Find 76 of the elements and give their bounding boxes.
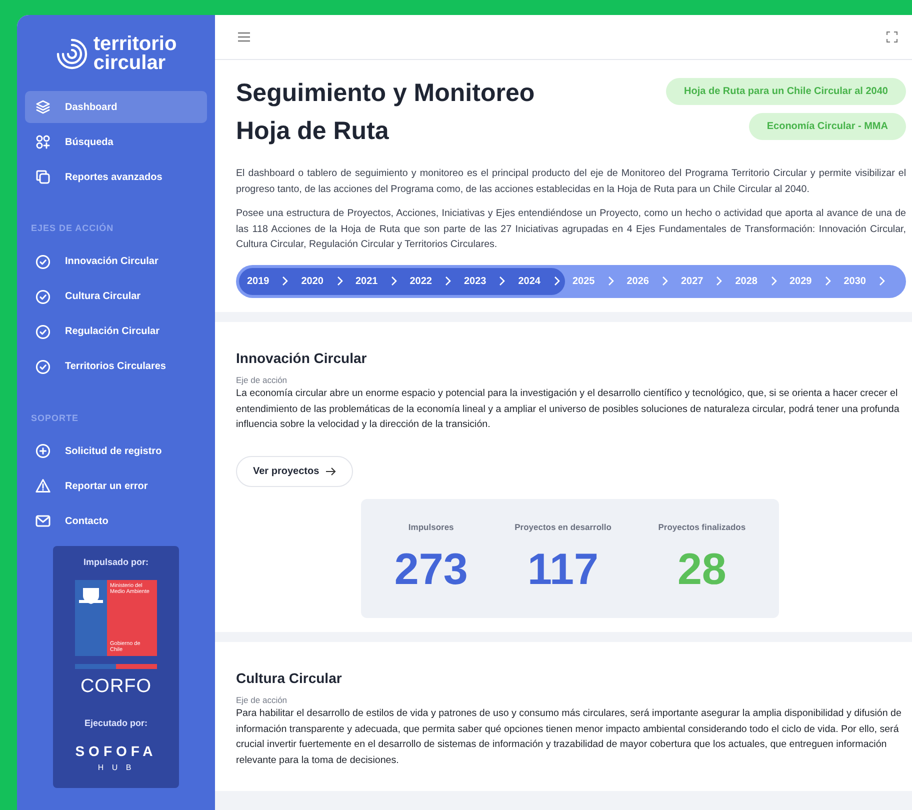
sofofa-logo: SOFOFA: [75, 742, 157, 760]
stat-value: 117: [526, 544, 600, 596]
axis-description: Para habilitar el desarrollo de estilos de vida y patrones de uso y consumo más circulares, será importante asegurar la amplia disponibilidad y difusión de información transparente y adecuada, que permita saber qué opciones tienen menor impacto ambiental considerando todo el ciclo de vida. Por ello, será crucial invertir fuertemente en el desarrollo de sistemas de información y trazabilidad de mayor cobertura que los actuales, que entreguen información relevante para la toma de decisiones.: [236, 707, 902, 768]
nav-item[interactable]: Cultura Circular: [25, 280, 207, 312]
check-circle-icon: [35, 254, 51, 270]
year-step[interactable]: 2021: [348, 268, 386, 294]
year-step[interactable]: 2028: [727, 268, 766, 294]
copy-icon: [35, 169, 51, 185]
chevron-icon: [390, 276, 398, 286]
year-step[interactable]: 2027: [673, 268, 712, 294]
stat-label: Proyectos en desarrollo: [514, 520, 612, 534]
year-step[interactable]: 2022: [402, 268, 440, 294]
stat-label: Proyectos finalizados: [658, 520, 746, 534]
nav-item[interactable]: Reportar un error: [25, 470, 207, 502]
check-circle-icon: [35, 358, 51, 374]
axis-subtitle: Eje de acción: [236, 374, 288, 386]
menu-icon[interactable]: [237, 31, 251, 43]
nav-item[interactable]: Territorios Circulares: [25, 350, 207, 382]
chevron-icon: [824, 276, 832, 286]
chevron-icon: [715, 276, 724, 286]
shapes-icon: [35, 134, 51, 150]
section-heading: SOPORTE: [30, 412, 80, 424]
mail-icon: [35, 513, 51, 529]
chevron-icon: [498, 276, 506, 286]
chevron-icon: [552, 276, 560, 286]
chevron-icon: [281, 276, 290, 286]
nav-item[interactable]: Contacto: [25, 505, 207, 537]
chevron-icon: [606, 276, 615, 286]
nav-item[interactable]: Búsqueda: [25, 126, 207, 158]
year-step[interactable]: 2023: [456, 268, 494, 294]
paragraph: Posee una estructura de Proyectos, Acciones, Iniciativas y Ejes entendiéndose un Proyecto, como un hecho o actividad que aporta al avance de una de las 118 Acciones de la Hoja de Ruta que son parte de las 27 Iniciativas agrupadas en 4 Ejes Fundamentales de Transformación: Innovación Circular, Cultura Circular, Regulación Circular y Territorios Circulares.: [236, 207, 906, 252]
chevron-icon: [878, 276, 886, 286]
page-title: Seguimiento y Monitoreo: [236, 78, 535, 109]
flag-stripe-icon: [75, 664, 157, 668]
year-step[interactable]: 2020: [293, 268, 332, 294]
chevron-icon: [336, 276, 344, 286]
check-circle-icon: [35, 324, 51, 340]
axis-description: La economía circular abre un enorme espacio y potencial para la investigación y el desarrollo científico y tecnológico, que, si se orienta a hacer crecer el entendimiento de las problemáticas de la economía lineal y a ampliar el universo de posibles soluciones de naturaleza circular, podrá tener una profunda influencia sobre la velocidad y la dirección de la transición.: [236, 387, 900, 432]
year-step[interactable]: 2024: [510, 268, 548, 294]
nav-item[interactable]: Dashboard: [25, 91, 207, 123]
hub-label: H U B: [98, 762, 134, 774]
arrow-right-icon: [325, 466, 336, 476]
add-circle-icon: [35, 443, 51, 459]
tag: Hoja de Ruta para un Chile Circular al 2040: [666, 78, 906, 105]
year-step[interactable]: 2030: [836, 268, 874, 294]
year-step[interactable]: 2019: [239, 268, 278, 294]
layers-icon: [35, 99, 51, 115]
stat-value: 28: [676, 544, 728, 596]
chevron-icon: [770, 276, 778, 286]
logo-icon: [55, 37, 90, 71]
logo-text: territorio circular: [93, 35, 177, 73]
corfo-logo: CORFO: [80, 674, 152, 698]
chevron-icon: [661, 276, 669, 286]
stat-label: Impulsores: [407, 520, 455, 534]
year-step[interactable]: 2026: [618, 268, 657, 294]
stat-value: 273: [394, 544, 468, 596]
nav-item[interactable]: Regulación Circular: [25, 316, 207, 348]
sponsor-label: Impulsado por:: [84, 556, 148, 569]
sponsor-label: Ejecutado por:: [84, 717, 148, 730]
tag: Economía Circular - MMA: [748, 113, 906, 140]
axis-subtitle: Eje de acción: [236, 694, 288, 706]
axis-title: Innovación Circular: [236, 348, 368, 368]
year-step[interactable]: 2025: [564, 268, 603, 294]
paragraph: El dashboard o tablero de seguimiento y monitoreo es el principal producto del eje de Monitoreo del Programa Territorio Circular y permite visibilizar el progreso tanto, de las acciones del Programa como, de las acciones establecidas en la Hoja de Ruta para un Chile Circular al 2040.: [236, 167, 906, 196]
axis-title: Cultura Circular: [236, 668, 343, 688]
section-heading: EJES DE ACCIÓN: [30, 222, 115, 235]
nav-item[interactable]: Solicitud de registro: [25, 435, 207, 467]
year-step[interactable]: 2029: [782, 268, 820, 294]
view-projects-button[interactable]: Ver proyectos: [236, 456, 354, 487]
nav-item[interactable]: Reportes avanzados: [25, 161, 207, 193]
check-circle-icon: [35, 288, 51, 304]
warning-icon: [35, 478, 51, 494]
fullscreen-icon[interactable]: [886, 31, 898, 43]
page-title: Hoja de Ruta: [236, 116, 390, 147]
chevron-icon: [444, 276, 452, 286]
nav-item[interactable]: Innovación Circular: [25, 246, 207, 278]
